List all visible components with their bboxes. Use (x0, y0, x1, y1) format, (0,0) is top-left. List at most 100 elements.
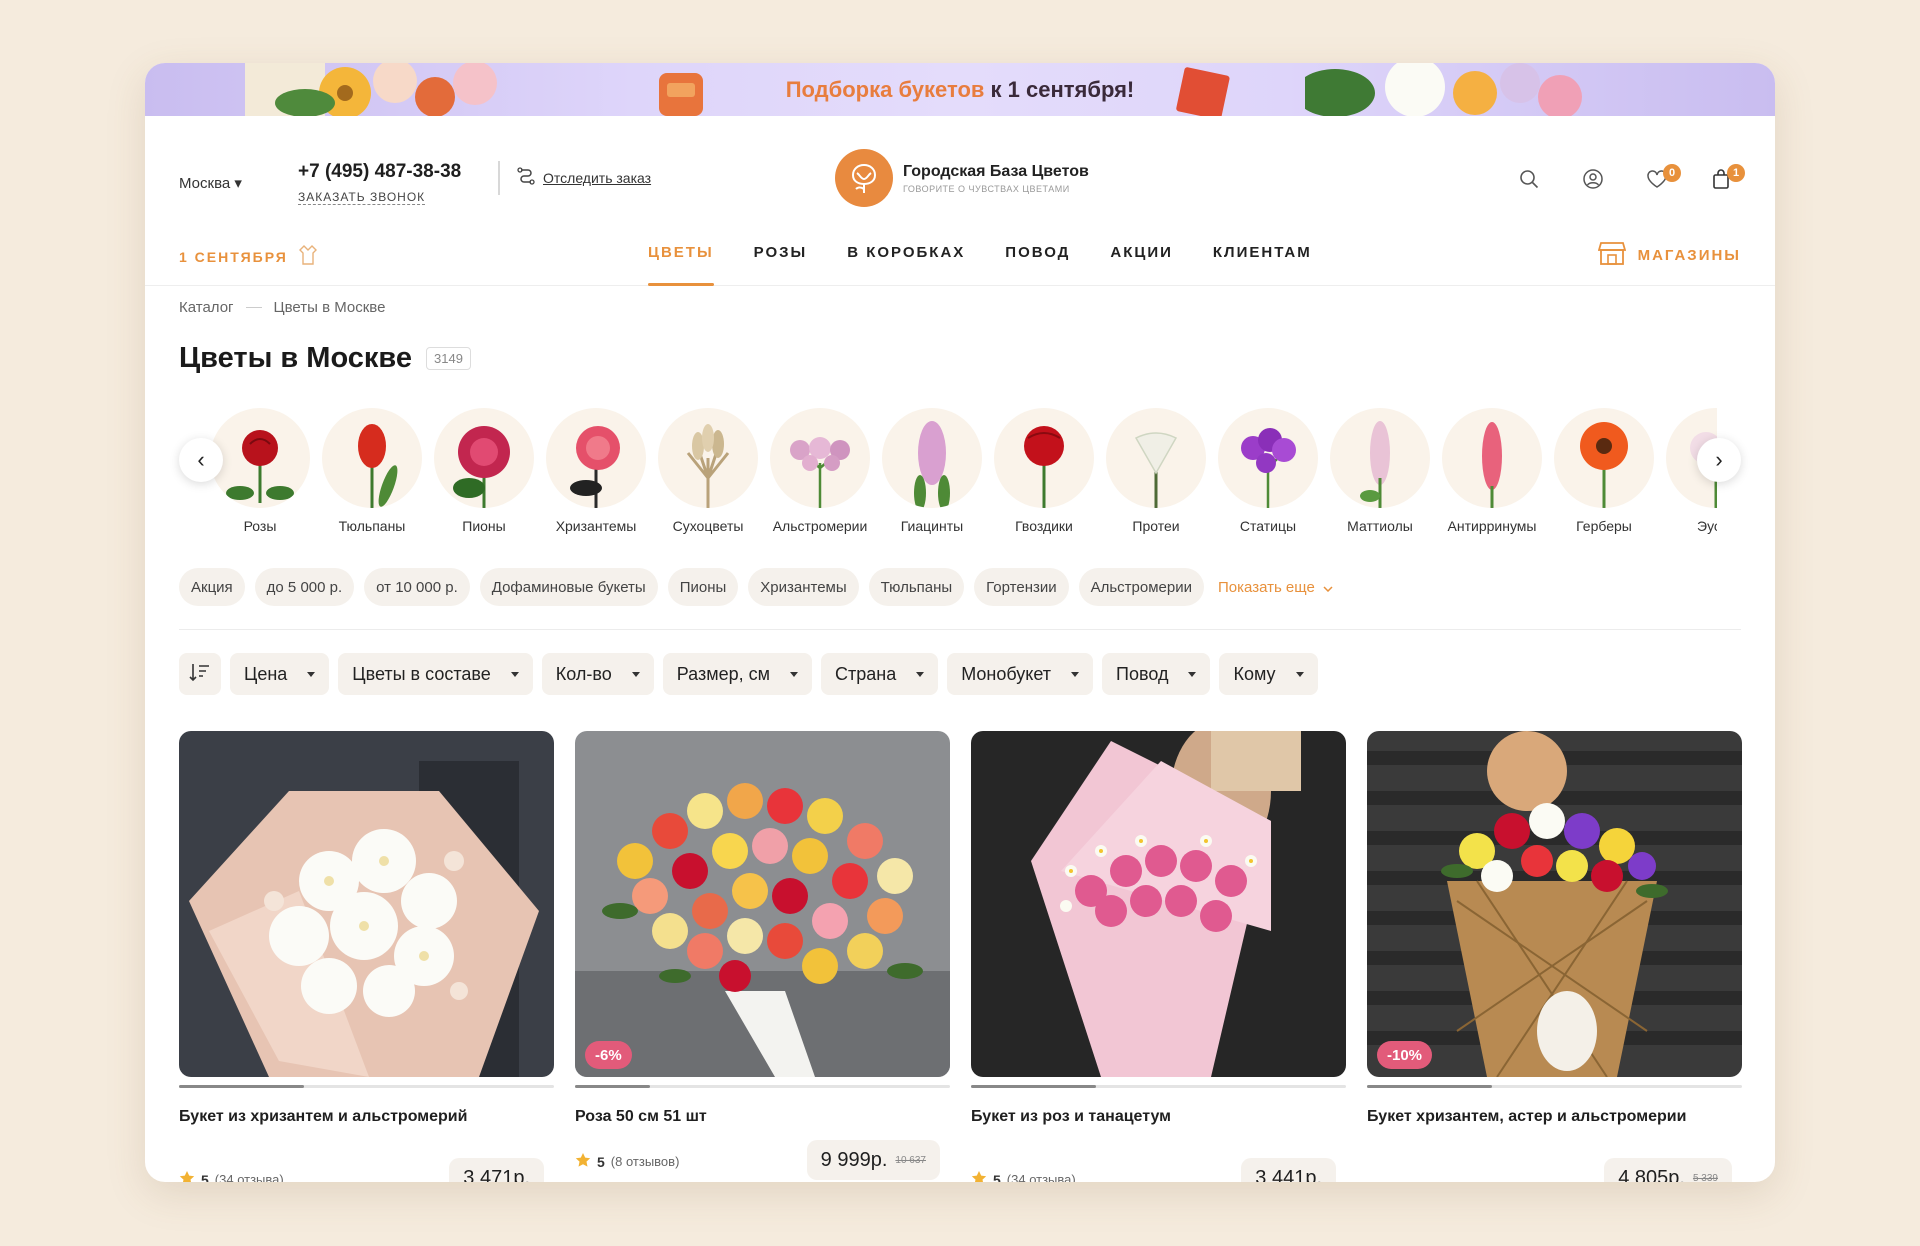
category-item[interactable]: Пионы (429, 408, 539, 534)
product-price: 4 805р. (1618, 1166, 1685, 1183)
category-item[interactable]: Тюльпаны (317, 408, 427, 534)
rose-icon (210, 408, 310, 508)
chip[interactable]: Тюльпаны (868, 568, 965, 606)
chip[interactable]: Гортензии (974, 568, 1069, 606)
peony-icon (434, 408, 534, 508)
product-card[interactable]: -6% Роза 50 см 51 шт 5 (8 отзывов) 9 999… (575, 731, 950, 1180)
product-card[interactable]: -10% Букет хризантем, астер и альстромер… (1367, 731, 1742, 1182)
caret-down-icon (1295, 671, 1304, 677)
product-image[interactable] (971, 731, 1346, 1077)
product-old-price: 10 637 (895, 1154, 926, 1166)
stores-label: МАГАЗИНЫ (1637, 246, 1741, 264)
filter-dropdown[interactable]: Повод (1102, 653, 1211, 695)
category-item[interactable]: Протеи (1101, 408, 1211, 534)
product-card[interactable]: Букет из роз и танацетум 5 (34 отзыва) 3… (971, 731, 1346, 1182)
price-box: 3 471р. (449, 1158, 544, 1182)
city-selector[interactable]: Москва ▾ (179, 174, 242, 192)
nav-item-clients[interactable]: КЛИЕНТАМ (1193, 226, 1332, 286)
category-item[interactable]: Статицы (1213, 408, 1323, 534)
product-rating: 5 (8 отзывов) (575, 1152, 679, 1171)
phone-number[interactable]: +7 (495) 487-38-38 (298, 161, 461, 183)
snapdragon-icon (1442, 408, 1542, 508)
image-slider-progress (575, 1085, 950, 1088)
promo-banner[interactable]: Подборка букетов к 1 сентября! (145, 63, 1775, 116)
breadcrumb-separator (245, 307, 262, 308)
category-item[interactable]: Сухоцветы (653, 408, 763, 534)
product-card[interactable]: Букет из хризантем и альстромерий 5 (34 … (179, 731, 554, 1182)
product-name[interactable]: Роза 50 см 51 шт (575, 1108, 950, 1126)
nav-item-roses[interactable]: РОЗЫ (734, 226, 828, 286)
chip[interactable]: Дофаминовые букеты (479, 568, 658, 606)
discount-badge: -10% (1377, 1041, 1433, 1069)
image-slider-progress (1367, 1085, 1742, 1088)
search-icon[interactable] (1515, 166, 1543, 192)
star-icon (575, 1152, 591, 1171)
product-name[interactable]: Букет из роз и танацетум (971, 1108, 1346, 1126)
track-order-link[interactable]: Отследить заказ (517, 167, 651, 188)
caret-down-icon (1071, 671, 1080, 677)
product-name[interactable]: Букет хризантем, астер и альстромерии (1367, 1108, 1742, 1126)
product-image[interactable]: -10% (1367, 731, 1742, 1077)
category-item[interactable]: Маттиолы (1325, 408, 1435, 534)
alstroemeria-icon (770, 408, 870, 508)
caret-down-icon (1188, 671, 1197, 677)
sort-button[interactable] (179, 653, 221, 695)
discount-badge: -6% (585, 1041, 632, 1069)
filter-dropdown[interactable]: Размер, см (662, 653, 812, 695)
product-count-badge: 3149 (426, 347, 471, 370)
hyacinth-icon (882, 408, 982, 508)
logo-name: Городская База Цветов (903, 162, 1089, 180)
product-image[interactable] (179, 731, 554, 1077)
category-item[interactable]: Антирринумы (1437, 408, 1547, 534)
chip[interactable]: Хризантемы (748, 568, 859, 606)
nav-item-sales[interactable]: АКЦИИ (1090, 226, 1193, 286)
chip[interactable]: Акция (179, 568, 245, 606)
category-item[interactable]: Альстромерии (765, 408, 875, 534)
nav-item-occasion[interactable]: ПОВОД (985, 226, 1090, 286)
chip[interactable]: до 5 000 р. (254, 568, 355, 606)
filter-dropdown[interactable]: Цена (230, 653, 330, 695)
breadcrumb-catalog[interactable]: Каталог (179, 299, 234, 316)
product-image[interactable]: -6% (575, 731, 950, 1077)
carousel-prev-button[interactable]: ‹ (179, 438, 223, 482)
chip[interactable]: от 10 000 р. (364, 568, 470, 606)
user-icon[interactable] (1579, 166, 1607, 192)
stores-link[interactable]: МАГАЗИНЫ (1597, 240, 1741, 270)
callback-link[interactable]: ЗАКАЗАТЬ ЗВОНОК (298, 190, 426, 205)
product-name[interactable]: Букет из хризантем и альстромерий (179, 1108, 554, 1126)
filter-dropdown[interactable]: Цветы в составе (338, 653, 533, 695)
filter-dropdown[interactable]: Монобукет (947, 653, 1094, 695)
caret-down-icon (510, 671, 519, 677)
show-more-chips-button[interactable]: Показать еще (1218, 579, 1333, 596)
star-icon (971, 1170, 987, 1182)
product-price: 9 999р. (820, 1148, 888, 1171)
cart-icon[interactable]: 1 (1707, 164, 1745, 192)
chevron-right-icon: › (1715, 447, 1723, 472)
category-item[interactable]: Гвоздики (989, 408, 1099, 534)
chip[interactable]: Альстромерии (1078, 568, 1204, 606)
favorites-icon[interactable]: 0 (1643, 164, 1681, 192)
divider (179, 629, 1741, 630)
filter-dropdown[interactable]: Кому (1219, 653, 1318, 695)
filter-dropdown[interactable]: Кол-во (541, 653, 654, 695)
category-item[interactable]: Хризантемы (541, 408, 651, 534)
site-logo[interactable]: Городская База Цветов ГОВОРИТЕ О ЧУВСТВА… (835, 149, 1089, 207)
nav-item-flowers[interactable]: ЦВЕТЫ (628, 226, 734, 286)
category-item[interactable]: Гиацинты (877, 408, 987, 534)
nav-item-boxes[interactable]: В КОРОБКАХ (827, 226, 985, 286)
caret-down-icon (307, 671, 316, 677)
nav-items: ЦВЕТЫ РОЗЫ В КОРОБКАХ ПОВОД АКЦИИ КЛИЕНТ… (628, 226, 1332, 286)
category-item[interactable]: Розы (205, 408, 315, 534)
image-slider-progress (179, 1085, 554, 1088)
chip[interactable]: Пионы (667, 568, 739, 606)
filter-dropdown[interactable]: Страна (820, 653, 939, 695)
category-item[interactable]: Герберы (1549, 408, 1659, 534)
promo-nav-link[interactable]: 1 СЕНТЯБРЯ (179, 244, 318, 269)
sort-icon (189, 662, 211, 687)
price-box: 3 441р. (1241, 1158, 1336, 1182)
carousel-next-button[interactable]: › (1697, 438, 1741, 482)
chevron-left-icon: ‹ (197, 447, 205, 472)
banner-flowers-left (245, 63, 497, 116)
statice-icon (1218, 408, 1318, 508)
product-meta: 5 (34 отзыва) 3 441р. (971, 1140, 1346, 1182)
